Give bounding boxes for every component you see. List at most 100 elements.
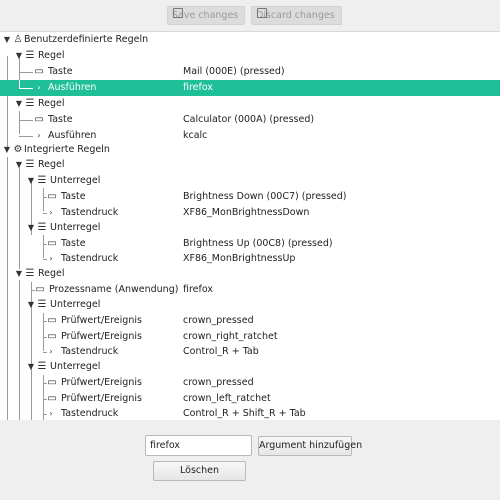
tree-row-label: Prüfwert/Ereignis bbox=[61, 331, 142, 342]
expand-chevron-icon[interactable]: › bbox=[46, 344, 56, 360]
tree-row-condition[interactable]: ▭ Taste Calculator (000A) (pressed) bbox=[0, 112, 500, 128]
tree-row-label: Taste bbox=[48, 66, 73, 77]
toolbar: Save changes Discard changes bbox=[0, 0, 500, 31]
tree-row-label: Tastendruck bbox=[61, 207, 119, 218]
tree-row-value: crown_pressed bbox=[183, 315, 254, 326]
tree-row-value: Calculator (000A) (pressed) bbox=[183, 114, 315, 125]
condition-icon: ▭ bbox=[47, 331, 57, 342]
condition-icon: ▭ bbox=[47, 377, 57, 388]
tree-row-label: Taste bbox=[48, 114, 73, 125]
tree-row-label: Regel bbox=[38, 98, 65, 109]
tree-row-custom-rules[interactable]: ▼ ♙ Benutzerdefinierte Regeln bbox=[0, 32, 500, 48]
rule-list-icon: ☰ bbox=[25, 98, 35, 109]
tree-row-rule[interactable]: ▼ ☰ Regel bbox=[0, 157, 500, 173]
tree-row-action[interactable]: › Tastendruck Control_R + Tab bbox=[0, 344, 500, 360]
collapse-toggle-icon[interactable]: ▼ bbox=[26, 297, 36, 313]
expand-chevron-icon[interactable]: › bbox=[46, 251, 56, 267]
expand-chevron-icon[interactable]: › bbox=[46, 205, 56, 221]
collapse-toggle-icon[interactable]: ▼ bbox=[14, 96, 24, 112]
tree-row-label: Regel bbox=[38, 50, 65, 61]
tree-row-subrule[interactable]: ▼ ☰ Unterregel bbox=[0, 297, 500, 313]
condition-icon: ▭ bbox=[47, 393, 57, 404]
rule-list-icon: ☰ bbox=[25, 159, 35, 170]
condition-icon: ▭ bbox=[34, 114, 44, 125]
tree-row-label: Taste bbox=[61, 191, 86, 202]
tree-row-label: Tastendruck bbox=[61, 346, 119, 357]
tree-row-label: Prüfwert/Ereignis bbox=[61, 393, 142, 404]
expand-chevron-icon[interactable]: › bbox=[34, 80, 44, 96]
collapse-toggle-icon[interactable]: ▼ bbox=[14, 48, 24, 64]
condition-icon: ▭ bbox=[34, 66, 44, 77]
tree-row-rule[interactable]: ▼ ☰ Regel bbox=[0, 96, 500, 112]
rule-list-icon: ☰ bbox=[37, 175, 47, 186]
tree-row-value: crown_pressed bbox=[183, 377, 254, 388]
tree-row-builtin-rules[interactable]: ▼ ⚙ Integrierte Regeln bbox=[0, 142, 500, 158]
tree-row-value: XF86_MonBrightnessUp bbox=[183, 253, 296, 264]
tree-row-value: crown_right_ratchet bbox=[183, 331, 278, 342]
user-icon: ♙ bbox=[13, 34, 23, 45]
collapse-toggle-icon[interactable]: ▼ bbox=[26, 173, 36, 189]
save-icon bbox=[172, 7, 184, 23]
tree-row-action[interactable]: › Tastendruck XF86_MonBrightnessUp bbox=[0, 251, 500, 267]
collapse-toggle-icon[interactable]: ▼ bbox=[14, 157, 24, 173]
collapse-toggle-icon[interactable]: ▼ bbox=[26, 220, 36, 236]
tree-row-condition[interactable]: ▭ Prüfwert/Ereignis crown_right_ratchet bbox=[0, 329, 500, 345]
tree-row-condition[interactable]: ▭ Taste Mail (000E) (pressed) bbox=[0, 64, 500, 80]
rule-list-icon: ☰ bbox=[25, 268, 35, 279]
rules-tree[interactable]: ▼ ♙ Benutzerdefinierte Regeln ▼ ☰ Regel … bbox=[0, 31, 500, 421]
tree-row-condition[interactable]: ▭ Taste Brightness Down (00C7) (pressed) bbox=[0, 189, 500, 205]
tree-row-label: Ausführen bbox=[48, 82, 97, 93]
condition-icon: ▭ bbox=[35, 284, 45, 295]
add-argument-button[interactable]: Argument hinzufügen bbox=[258, 436, 362, 456]
tree-row-label: Regel bbox=[38, 268, 65, 279]
discard-changes-button[interactable]: Discard changes bbox=[251, 6, 342, 25]
tree-row-label: Benutzerdefinierte Regeln bbox=[24, 34, 149, 45]
tree-row-condition[interactable]: ▭ Prüfwert/Ereignis crown_left_ratchet bbox=[0, 391, 500, 407]
tree-row-subrule[interactable]: ▼ ☰ Unterregel bbox=[0, 173, 500, 189]
condition-icon: ▭ bbox=[47, 238, 57, 249]
tree-row-condition[interactable]: ▭ Prozessname (Anwendung) firefox bbox=[0, 282, 500, 298]
tree-row-value: firefox bbox=[183, 284, 214, 295]
tree-row-value: crown_left_ratchet bbox=[183, 393, 271, 404]
tree-row-subrule[interactable]: ▼ ☰ Unterregel bbox=[0, 220, 500, 236]
collapse-toggle-icon[interactable]: ▼ bbox=[26, 359, 36, 375]
tree-row-value: firefox bbox=[183, 82, 214, 93]
tree-row-label: Unterregel bbox=[50, 175, 101, 186]
tree-row-action[interactable]: › Tastendruck XF86_MonBrightnessDown bbox=[0, 205, 500, 221]
save-changes-button[interactable]: Save changes bbox=[167, 6, 246, 25]
tree-row-condition[interactable]: ▭ Prüfwert/Ereignis crown_pressed bbox=[0, 375, 500, 391]
tree-row-label: Unterregel bbox=[50, 299, 101, 310]
tree-row-condition[interactable]: ▭ Prüfwert/Ereignis crown_pressed bbox=[0, 313, 500, 329]
rule-list-icon: ☰ bbox=[37, 222, 47, 233]
delete-button[interactable]: Löschen bbox=[153, 461, 246, 481]
condition-icon: ▭ bbox=[47, 191, 57, 202]
collapse-toggle-icon[interactable]: ▼ bbox=[2, 32, 12, 48]
tree-row-subrule[interactable]: ▼ ☰ Unterregel bbox=[0, 359, 500, 375]
rule-list-icon: ☰ bbox=[37, 299, 47, 310]
collapse-toggle-icon[interactable]: ▼ bbox=[14, 266, 24, 282]
tree-row-label: Prüfwert/Ereignis bbox=[61, 315, 142, 326]
argument-input[interactable] bbox=[145, 435, 252, 456]
tree-row-label: Tastendruck bbox=[61, 253, 119, 264]
discard-icon bbox=[256, 7, 268, 23]
tree-row-value: Control_R + Shift_R + Tab bbox=[183, 408, 306, 419]
gear-icon: ⚙ bbox=[13, 144, 23, 155]
tree-row-label: Taste bbox=[61, 238, 86, 249]
tree-row-value: XF86_MonBrightnessDown bbox=[183, 207, 310, 218]
tree-row-label: Regel bbox=[38, 159, 65, 170]
collapse-toggle-icon[interactable]: ▼ bbox=[2, 142, 12, 158]
rule-list-icon: ☰ bbox=[37, 361, 47, 372]
tree-row-rule[interactable]: ▼ ☰ Regel bbox=[0, 48, 500, 64]
tree-row-label: Prüfwert/Ereignis bbox=[61, 377, 142, 388]
tree-row-label: Prozessname (Anwendung) bbox=[49, 284, 179, 295]
tree-row-value: Brightness Up (00C8) (pressed) bbox=[183, 238, 333, 249]
expand-chevron-icon[interactable]: › bbox=[46, 406, 56, 420]
tree-row-action-selected[interactable]: › Ausführen firefox bbox=[0, 80, 500, 96]
tree-row-value: Mail (000E) (pressed) bbox=[183, 66, 285, 77]
tree-row-label: Unterregel bbox=[50, 361, 101, 372]
rule-editor-panel: Argument hinzufügen Löschen bbox=[0, 420, 500, 500]
tree-row-action[interactable]: › Tastendruck Control_R + Shift_R + Tab bbox=[0, 406, 500, 420]
tree-row-condition[interactable]: ▭ Taste Brightness Up (00C8) (pressed) bbox=[0, 236, 500, 252]
condition-icon: ▭ bbox=[47, 315, 57, 326]
tree-row-rule[interactable]: ▼ ☰ Regel bbox=[0, 266, 500, 282]
